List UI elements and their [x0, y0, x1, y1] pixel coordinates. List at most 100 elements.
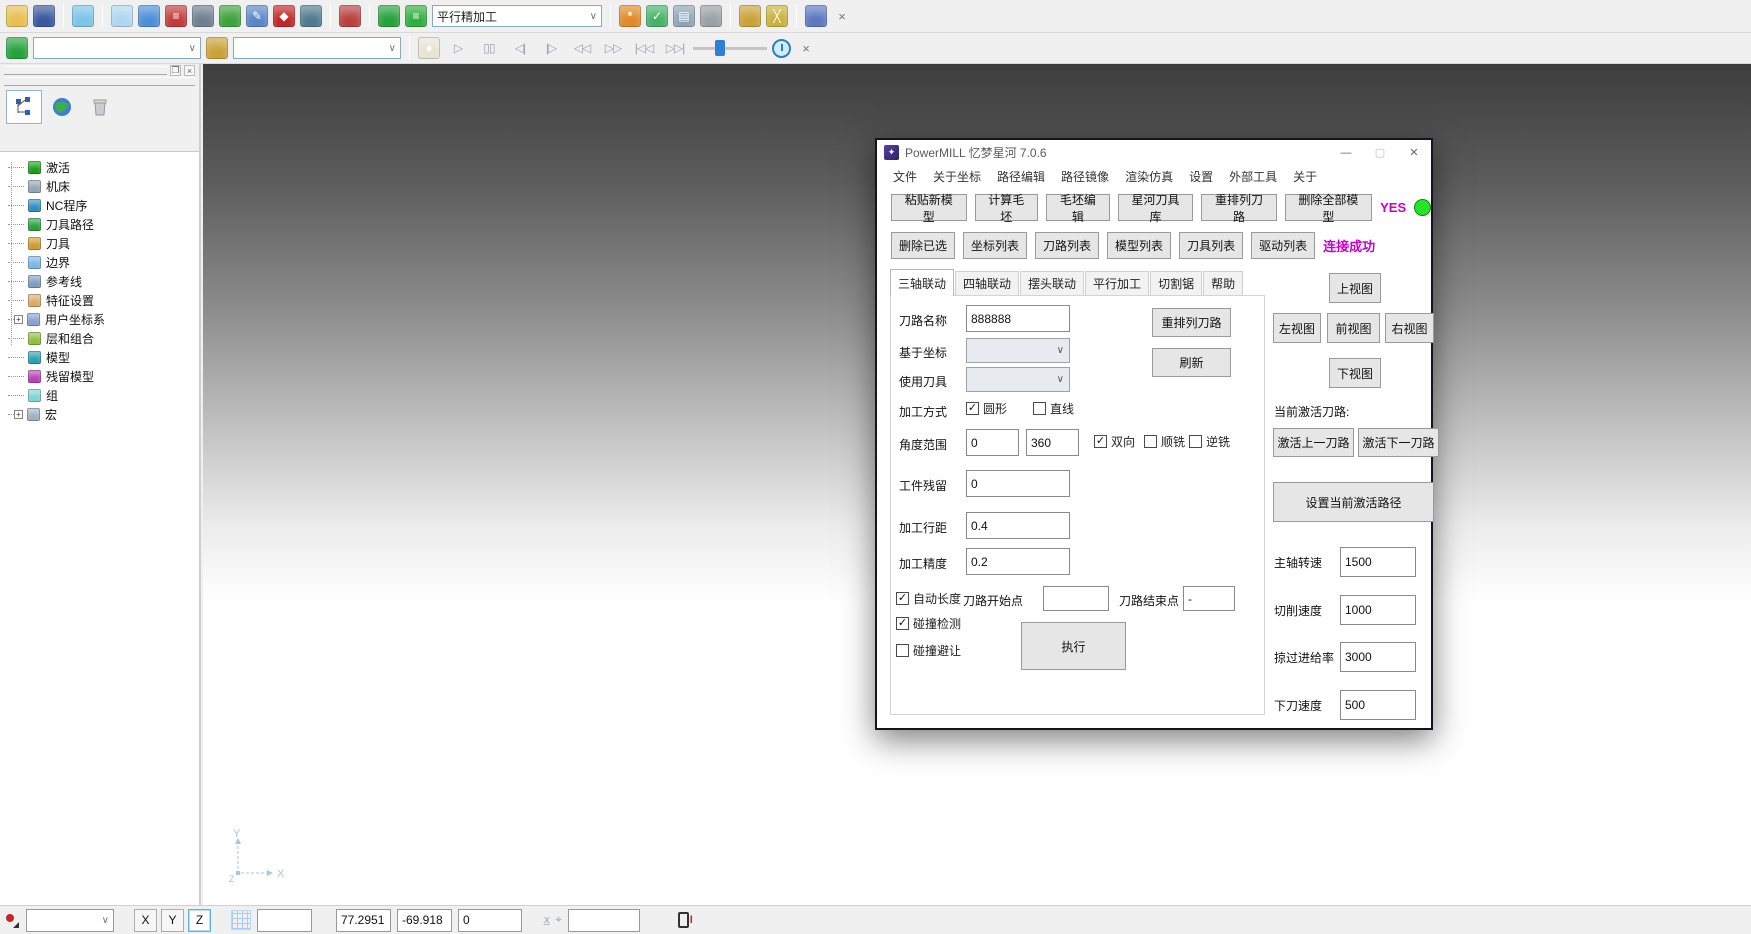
tab-tilt-head[interactable]: 摆头联动 — [1020, 271, 1084, 296]
toolpath-strategy-icon[interactable] — [138, 5, 160, 27]
expand-plus-icon[interactable]: + — [14, 315, 23, 324]
sidebar-float-icon[interactable]: ❐ — [170, 65, 181, 76]
start-point-input[interactable] — [1043, 586, 1109, 611]
tree-item-feature-sets[interactable]: 特征设置 — [8, 291, 199, 310]
menu-file[interactable]: 文件 — [885, 166, 925, 187]
calculator-icon[interactable]: ▤ — [673, 5, 695, 27]
menu-settings[interactable]: 设置 — [1181, 166, 1221, 187]
close-main-toolbar-icon[interactable]: × — [832, 6, 852, 26]
menu-external-tools[interactable]: 外部工具 — [1221, 166, 1285, 187]
light-bulb-icon[interactable]: ● — [418, 37, 440, 59]
globe-tab[interactable] — [44, 90, 80, 124]
strategy-selector-icon[interactable]: ≡ — [405, 5, 427, 27]
set-active-path-button[interactable]: 设置当前激活路径 — [1273, 482, 1434, 522]
axis-y-button[interactable]: Y — [161, 909, 184, 932]
tree-item-patterns[interactable]: 参考线 — [8, 272, 199, 291]
rearrange-toolpaths-button[interactable]: 重排列刀路 — [1201, 194, 1277, 221]
bidirectional-checkbox[interactable]: ✓双向 — [1094, 433, 1135, 450]
explorer-tree-tab[interactable] — [6, 90, 42, 124]
refresh-button[interactable]: 刷新 — [1152, 348, 1231, 377]
spindle-speed-input[interactable] — [1340, 547, 1416, 577]
measure-ruler-icon[interactable] — [700, 5, 722, 27]
xyz-list-icon[interactable]: x̲ — [544, 914, 550, 926]
minimize-button[interactable]: — — [1329, 140, 1363, 165]
menu-render-sim[interactable]: 渲染仿真 — [1117, 166, 1181, 187]
menu-path-mirror[interactable]: 路径镜像 — [1053, 166, 1117, 187]
rearrange-toolpaths-button-2[interactable]: 重排列刀路 — [1152, 308, 1231, 337]
cylinders-icon[interactable] — [805, 5, 827, 27]
sidebar-grip-1[interactable]: ❐ × — [4, 66, 195, 75]
tab-saw[interactable]: 切割锯 — [1150, 271, 1202, 296]
compute-block-button[interactable]: 计算毛坯 — [975, 194, 1039, 221]
view-left-button[interactable]: 左视图 — [1273, 313, 1321, 343]
cursor-z-field[interactable] — [458, 909, 522, 932]
view-front-button[interactable]: 前视图 — [1327, 313, 1380, 343]
workplane-edit-icon[interactable]: ✎ — [246, 5, 268, 27]
toolpath-list-button[interactable]: 刀路列表 — [1035, 232, 1099, 259]
search-forward-button[interactable]: ▷▷ — [600, 37, 626, 59]
stepover-input[interactable] — [966, 512, 1070, 539]
print-model-icon[interactable] — [72, 5, 94, 27]
sim-tool-icon[interactable] — [206, 37, 228, 59]
tab-parallel[interactable]: 平行加工 — [1085, 271, 1149, 296]
tree-item-models[interactable]: 模型 — [8, 348, 199, 367]
tree-item-macros[interactable]: +宏 — [8, 405, 199, 424]
block-edit-button[interactable]: 毛坯编辑 — [1046, 194, 1110, 221]
tree-item-groups[interactable]: 组 — [8, 386, 199, 405]
slider-handle[interactable] — [715, 40, 725, 56]
tab-4axis[interactable]: 四轴联动 — [955, 271, 1019, 296]
record-macro-icon[interactable] — [4, 912, 20, 928]
simulation-icon[interactable]: * — [619, 5, 641, 27]
menu-about-coords[interactable]: 关于坐标 — [925, 166, 989, 187]
collision-check-icon[interactable] — [219, 5, 241, 27]
tree-item-stock-models[interactable]: 残留模型 — [8, 367, 199, 386]
tool-list-button[interactable]: 刀具列表 — [1179, 232, 1243, 259]
tool-pair-icon[interactable] — [739, 5, 761, 27]
position-probe-icon[interactable]: ⌖ — [556, 914, 562, 927]
plunge-feed-input[interactable] — [1340, 690, 1416, 720]
feeds-speeds-icon[interactable]: ≡ — [165, 5, 187, 27]
tool-database-icon[interactable] — [192, 5, 214, 27]
sim-speed-clock-icon[interactable] — [772, 39, 791, 58]
open-project-icon[interactable] — [6, 5, 28, 27]
menu-about[interactable]: 关于 — [1285, 166, 1325, 187]
go-start-button[interactable]: |◁◁ — [631, 37, 657, 59]
sim-toolpath-combo[interactable]: ∨ — [33, 37, 201, 59]
search-back-button[interactable]: ◁◁ — [569, 37, 595, 59]
sidebar-close-icon[interactable]: × — [184, 65, 195, 76]
toolpath-name-input[interactable] — [966, 305, 1070, 332]
mode-line-checkbox[interactable]: 直线 — [1033, 400, 1074, 417]
xinghe-tool-library-button[interactable]: 星河刀具库 — [1118, 194, 1194, 221]
tolerance-input[interactable] — [966, 548, 1070, 575]
sim-speed-slider[interactable] — [693, 37, 767, 59]
cursor-x-field[interactable] — [336, 909, 391, 932]
recycle-bin-tab[interactable] — [82, 90, 118, 124]
pause-button[interactable]: ▯▯ — [476, 37, 502, 59]
strategy-combo[interactable]: 平行精加工∨ — [432, 5, 602, 27]
angle-from-input[interactable] — [966, 429, 1019, 456]
menu-path-edit[interactable]: 路径编辑 — [989, 166, 1053, 187]
view-right-button[interactable]: 右视图 — [1385, 313, 1434, 343]
statusbar-blank-field-1[interactable] — [257, 909, 312, 932]
tree-item-boundaries[interactable]: 边界 — [8, 253, 199, 272]
pattern-icon[interactable]: ◆ — [273, 5, 295, 27]
execute-button[interactable]: 执行 — [1021, 622, 1126, 670]
go-end-button[interactable]: ▷▷| — [662, 37, 688, 59]
tree-item-activate[interactable]: 激活 — [8, 158, 199, 177]
save-project-icon[interactable] — [33, 5, 55, 27]
sim-tool-combo[interactable]: ∨ — [233, 37, 401, 59]
axis-x-button[interactable]: X — [134, 909, 157, 932]
angle-to-input[interactable] — [1026, 429, 1079, 456]
tree-item-machine[interactable]: 机床 — [8, 177, 199, 196]
cut-feed-input[interactable] — [1340, 595, 1416, 625]
grid-snap-icon[interactable] — [231, 910, 251, 930]
tree-item-workplanes[interactable]: +用户坐标系 — [8, 310, 199, 329]
toolpath-spring-icon[interactable] — [378, 5, 400, 27]
close-button[interactable]: ✕ — [1397, 140, 1431, 165]
axis-z-button[interactable]: Z — [188, 909, 211, 932]
activate-prev-toolpath-button[interactable]: 激活上一刀路 — [1273, 428, 1354, 457]
cursor-y-field[interactable] — [397, 909, 452, 932]
climb-mill-checkbox[interactable]: 顺铣 — [1144, 433, 1185, 450]
statusbar-blank-field-2[interactable] — [568, 909, 640, 932]
statusbar-combo[interactable]: ∨ — [26, 909, 114, 932]
